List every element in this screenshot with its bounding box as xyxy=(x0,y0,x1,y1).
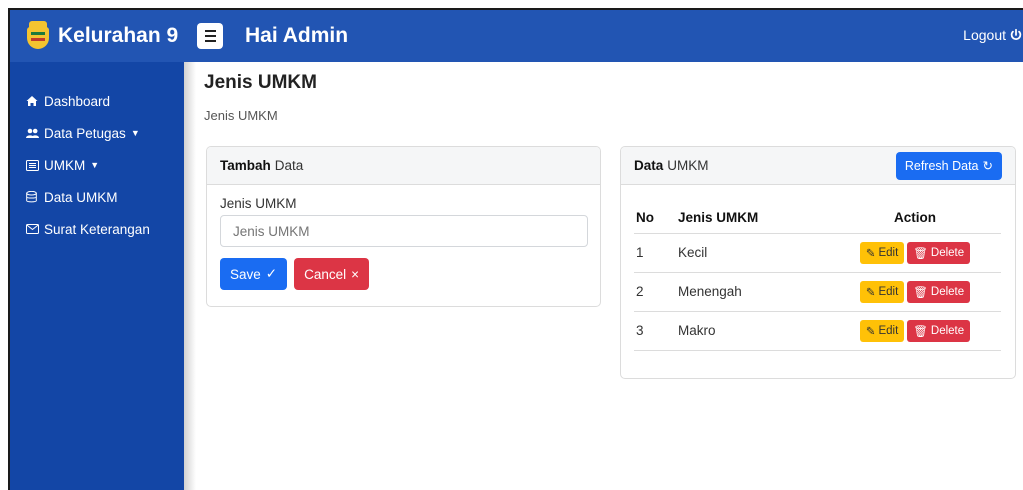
greeting-text: Hai Admin xyxy=(245,24,349,47)
check-icon: ✓ xyxy=(265,266,278,281)
kelurahan-logo-icon xyxy=(26,21,50,51)
refresh-label: Refresh Data xyxy=(904,158,979,173)
caret-down-icon: ▼ xyxy=(90,160,100,170)
users-icon xyxy=(26,127,40,139)
umkm-table: No Jenis UMKM Action 1 Kecil ✎ Edit 🗑 Delet… xyxy=(634,203,1001,351)
logout-label: Logout xyxy=(963,27,1006,43)
edit-icon: ✎ xyxy=(865,247,876,260)
save-button[interactable]: Save ✓ xyxy=(220,258,288,290)
table-row: 1 Kecil ✎ Edit 🗑 Delete xyxy=(634,233,1001,273)
breadcrumb: Jenis UMKM xyxy=(204,108,278,123)
sidebar-item-surat-keterangan[interactable]: Surat Keterangan xyxy=(10,216,184,242)
card-header-text: UMKM xyxy=(667,158,709,173)
data-umkm-card: Data UMKM Refresh Data ↻ No Jenis UMKM Ac… xyxy=(620,146,1016,379)
refresh-data-button[interactable]: Refresh Data ↻ xyxy=(895,151,1002,180)
edit-button[interactable]: ✎ Edit xyxy=(859,241,905,264)
trash-icon: 🗑 xyxy=(913,286,928,299)
save-label: Save xyxy=(230,266,261,282)
sidebar-item-dashboard[interactable]: Dashboard xyxy=(10,88,184,114)
jenis-umkm-input[interactable] xyxy=(220,215,588,247)
hamburger-icon xyxy=(204,30,216,32)
power-icon xyxy=(1010,28,1022,41)
sidebar-item-label: Data UMKM xyxy=(44,189,118,205)
sidebar-item-data-umkm[interactable]: Data UMKM xyxy=(10,184,184,210)
app-window: Kelurahan 9 Hai Admin Logout Dashboard D… xyxy=(8,8,1023,490)
list-icon xyxy=(26,159,40,171)
column-header-action: Action xyxy=(829,203,1001,234)
brand-title: Kelurahan 9 xyxy=(58,24,179,47)
row-jenis-umkm: Kecil xyxy=(674,233,829,273)
trash-icon: 🗑 xyxy=(913,325,928,338)
sidebar: Dashboard Data Petugas ▼ UMKM ▼ Data UMK… xyxy=(10,62,184,490)
edit-label: Edit xyxy=(878,324,899,337)
cancel-label: Cancel xyxy=(304,266,347,282)
edit-button[interactable]: ✎ Edit xyxy=(859,280,905,303)
envelope-icon xyxy=(26,224,40,234)
sidebar-shadow xyxy=(184,62,196,490)
table-row: 2 Menengah ✎ Edit 🗑 Delete xyxy=(634,272,1001,312)
card-header-bold: Tambah xyxy=(220,158,271,173)
page-title: Jenis UMKM xyxy=(204,72,317,93)
database-icon xyxy=(26,191,40,203)
jenis-umkm-label: Jenis UMKM xyxy=(220,196,297,211)
edit-label: Edit xyxy=(878,285,899,298)
delete-button[interactable]: 🗑 Delete xyxy=(907,241,971,264)
refresh-icon: ↻ xyxy=(982,159,993,173)
edit-icon: ✎ xyxy=(865,325,876,338)
edit-label: Edit xyxy=(878,246,899,259)
row-number: 3 xyxy=(634,311,674,351)
sidebar-item-label: Dashboard xyxy=(44,93,111,109)
cancel-button[interactable]: Cancel × xyxy=(294,258,370,290)
trash-icon: 🗑 xyxy=(913,247,928,260)
sidebar-item-label: Surat Keterangan xyxy=(44,221,150,237)
caret-down-icon: ▼ xyxy=(130,128,140,138)
row-jenis-umkm: Makro xyxy=(674,311,829,351)
edit-button[interactable]: ✎ Edit xyxy=(859,319,905,342)
sidebar-item-data-petugas[interactable]: Data Petugas ▼ xyxy=(10,120,184,146)
close-icon: × xyxy=(351,266,360,282)
card-header: Data UMKM Refresh Data ↻ xyxy=(621,147,1015,185)
table-row: 3 Makro ✎ Edit 🗑 Delete xyxy=(634,311,1001,351)
menu-toggle-button[interactable] xyxy=(197,23,223,49)
top-navbar: Kelurahan 9 Hai Admin Logout xyxy=(10,10,1023,62)
row-number: 2 xyxy=(634,272,674,312)
sidebar-item-label: Data Petugas xyxy=(44,125,126,141)
main-content: Jenis UMKM Jenis UMKM Tambah Data Jenis … xyxy=(204,62,1023,490)
card-header-text: Data xyxy=(274,158,304,173)
column-header-no: No xyxy=(634,203,674,234)
delete-label: Delete xyxy=(930,246,965,259)
card-header: Tambah Data xyxy=(207,147,600,185)
add-data-card: Tambah Data Jenis UMKM Save ✓ Cancel × xyxy=(206,146,601,307)
home-icon xyxy=(26,95,40,107)
column-header-jenis-umkm: Jenis UMKM xyxy=(674,203,829,234)
row-jenis-umkm: Menengah xyxy=(674,272,829,312)
delete-button[interactable]: 🗑 Delete xyxy=(907,280,971,303)
row-number: 1 xyxy=(634,233,674,273)
table-header-row: No Jenis UMKM Action xyxy=(634,203,1001,234)
edit-icon: ✎ xyxy=(865,286,876,299)
sidebar-item-label: UMKM xyxy=(44,157,86,173)
logout-link[interactable]: Logout xyxy=(963,27,1023,43)
sidebar-item-umkm[interactable]: UMKM ▼ xyxy=(10,152,184,178)
delete-label: Delete xyxy=(930,285,965,298)
delete-button[interactable]: 🗑 Delete xyxy=(907,319,971,342)
card-header-bold: Data xyxy=(634,158,664,173)
brand[interactable]: Kelurahan 9 xyxy=(10,10,190,62)
delete-label: Delete xyxy=(930,324,965,337)
